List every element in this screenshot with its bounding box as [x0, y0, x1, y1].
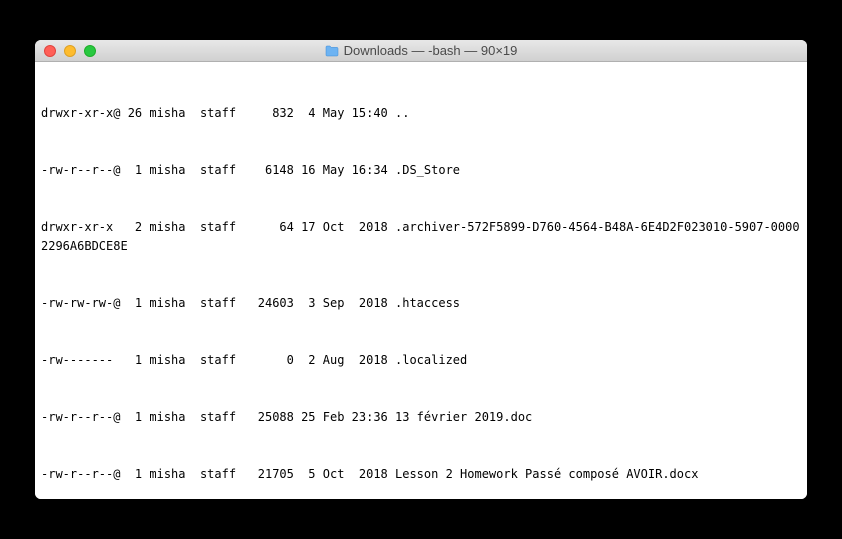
ls-line: -rw------- 1 misha staff 0 2 Aug 2018 .l…: [41, 351, 801, 370]
folder-icon: [325, 45, 339, 57]
ls-line: -rw-r--r--@ 1 misha staff 6148 16 May 16…: [41, 161, 801, 180]
titlebar[interactable]: Downloads — -bash — 90×19: [35, 40, 807, 62]
terminal-body[interactable]: drwxr-xr-x@ 26 misha staff 832 4 May 15:…: [35, 62, 807, 499]
traffic-lights: [35, 45, 96, 57]
maximize-button[interactable]: [84, 45, 96, 57]
window-title: Downloads — -bash — 90×19: [344, 43, 518, 58]
window-title-area: Downloads — -bash — 90×19: [35, 43, 807, 58]
ls-line: -rw-rw-rw-@ 1 misha staff 24603 3 Sep 20…: [41, 294, 801, 313]
minimize-button[interactable]: [64, 45, 76, 57]
ls-line: -rw-r--r--@ 1 misha staff 21705 5 Oct 20…: [41, 465, 801, 484]
ls-line: drwxr-xr-x 2 misha staff 64 17 Oct 2018 …: [41, 218, 801, 256]
ls-line: -rw-r--r--@ 1 misha staff 25088 25 Feb 2…: [41, 408, 801, 427]
terminal-window: Downloads — -bash — 90×19 drwxr-xr-x@ 26…: [35, 40, 807, 499]
ls-line: drwxr-xr-x@ 26 misha staff 832 4 May 15:…: [41, 104, 801, 123]
close-button[interactable]: [44, 45, 56, 57]
